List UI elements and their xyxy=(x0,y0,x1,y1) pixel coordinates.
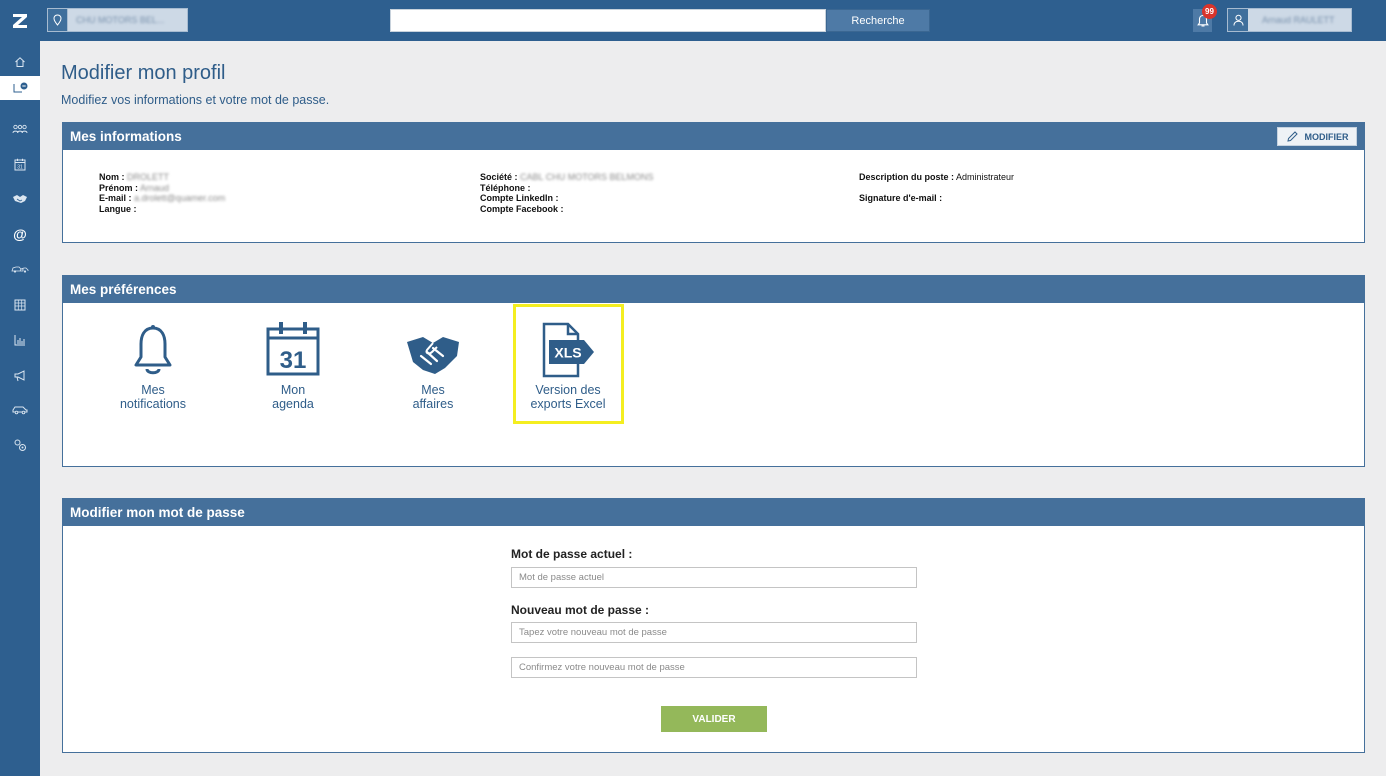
preferences-panel-header: Mes préférences xyxy=(63,276,1364,303)
app-logo[interactable] xyxy=(0,0,40,41)
info-row-email: E-mail : a.drolett@quamer.com xyxy=(99,193,226,203)
pref-notifications[interactable]: Mes notifications xyxy=(99,316,207,411)
info-row-prenom: Prénom : Arnaud xyxy=(99,182,170,193)
modify-button[interactable]: MODIFIER xyxy=(1277,127,1357,146)
info-column-3: Description du poste : Administrateur Si… xyxy=(859,172,1014,204)
sidebar-item-email[interactable]: @ xyxy=(0,222,40,246)
info-row-nom: Nom : DROLETT xyxy=(99,172,170,182)
megaphone-icon xyxy=(14,369,25,381)
info-column-2: Société : CABL CHU MOTORS BELMONS Téléph… xyxy=(480,172,654,214)
pencil-icon xyxy=(1286,131,1298,142)
new-password-input[interactable] xyxy=(511,622,917,643)
at-icon: @ xyxy=(13,226,27,242)
calendar-icon: 31 xyxy=(266,322,320,376)
notification-count-badge: 99 xyxy=(1202,4,1217,19)
preferences-panel: Mes préférences Mes notifications 31 Mon a… xyxy=(62,275,1365,467)
preferences-panel-title: Mes préférences xyxy=(70,282,177,297)
pref-notifications-line2: notifications xyxy=(119,397,186,411)
page-subtitle: Modifiez vos informations et votre mot d… xyxy=(61,93,330,107)
home-icon xyxy=(15,57,25,67)
sidebar-item-table[interactable] xyxy=(0,293,40,317)
sidebar: 31 @ xyxy=(0,41,40,776)
page-title: Modifier mon profil xyxy=(61,62,226,84)
sidebar-item-contacts[interactable] xyxy=(0,117,40,141)
info-row-societe: Société : CABL CHU MOTORS BELMONS xyxy=(480,172,654,182)
info-row-signature: Signature d'e-mail : xyxy=(859,193,943,203)
sidebar-item-vehicles[interactable] xyxy=(0,257,40,281)
sidebar-item-stats[interactable] xyxy=(0,328,40,352)
vehicles-icon xyxy=(11,266,29,273)
calendar-day-number: 31 xyxy=(280,347,307,374)
pref-affaires-line1: Mes xyxy=(421,383,445,397)
info-row-langue: Langue : xyxy=(99,203,137,214)
submit-button[interactable]: VALIDER xyxy=(661,706,767,732)
info-row-telephone: Téléphone : xyxy=(480,182,531,193)
handshake-icon xyxy=(407,337,459,374)
pref-affaires-line2: affaires xyxy=(412,397,454,411)
pref-agenda[interactable]: 31 Mon agenda xyxy=(239,316,347,411)
bell-icon xyxy=(134,325,172,375)
new-password-label: Nouveau mot de passe : xyxy=(511,603,650,617)
sidebar-item-campaigns[interactable] xyxy=(0,363,40,387)
xls-label: XLS xyxy=(554,345,581,361)
sidebar-item-calendar[interactable]: 31 xyxy=(0,152,40,176)
car-icon xyxy=(12,406,28,415)
sidebar-item-deals[interactable] xyxy=(0,187,40,211)
current-password-input[interactable] xyxy=(511,567,917,588)
search-input[interactable] xyxy=(390,9,826,32)
info-column-1: Nom : DROLETT Prénom : Arnaud E-mail : a… xyxy=(99,172,225,214)
info-row-linkedin: Compte LinkedIn : xyxy=(480,193,559,203)
calendar-icon: 31 xyxy=(14,158,26,170)
user-name: Arnaud RAULETT xyxy=(1262,15,1335,25)
top-bar: CHU MOTORS BEL... Recherche 99 Arnaud RA… xyxy=(0,0,1386,41)
user-menu[interactable]: Arnaud RAULETT xyxy=(1227,8,1352,32)
pref-affaires[interactable]: Mes affaires xyxy=(379,316,487,411)
pref-excel-export[interactable]: XLS Version des exports Excel xyxy=(514,316,622,411)
pref-notifications-line1: Mes xyxy=(141,383,165,397)
modify-button-label: MODIFIER xyxy=(1304,131,1349,142)
pref-agenda-line2: agenda xyxy=(272,397,314,411)
info-panel: Mes informations MODIFIER Nom : DROLETT … xyxy=(62,122,1365,243)
sidebar-item-settings[interactable] xyxy=(0,433,40,457)
confirm-password-input[interactable] xyxy=(511,657,917,678)
info-panel-header: Mes informations MODIFIER xyxy=(63,123,1364,150)
sidebar-item-home[interactable] xyxy=(0,50,40,74)
task-list-icon xyxy=(13,82,28,93)
user-icon xyxy=(1228,9,1248,31)
svg-text:31: 31 xyxy=(17,164,23,170)
xls-file-icon: XLS xyxy=(542,322,594,378)
settings-icon xyxy=(14,439,26,451)
info-panel-title: Mes informations xyxy=(70,129,182,144)
password-panel-header: Modifier mon mot de passe xyxy=(63,499,1364,526)
sidebar-item-cars[interactable] xyxy=(0,398,40,422)
location-pin-icon xyxy=(48,9,68,31)
password-panel-title: Modifier mon mot de passe xyxy=(70,505,245,520)
info-row-facebook: Compte Facebook : xyxy=(480,203,564,214)
pref-agenda-line1: Mon xyxy=(280,383,306,397)
stats-icon xyxy=(14,335,25,346)
pref-excel-line2: exports Excel xyxy=(530,397,606,411)
sidebar-item-tasks[interactable] xyxy=(0,76,40,100)
handshake-icon xyxy=(13,195,27,203)
pref-excel-line1: Version des xyxy=(535,383,601,397)
site-name: CHU MOTORS BEL... xyxy=(76,15,165,25)
site-selector[interactable]: CHU MOTORS BEL... xyxy=(47,8,188,32)
info-row-description: Description du poste : Administrateur xyxy=(859,172,1015,182)
search-button[interactable]: Recherche xyxy=(826,9,930,32)
table-icon xyxy=(14,299,26,311)
password-panel: Modifier mon mot de passe Mot de passe a… xyxy=(62,498,1365,753)
contacts-icon xyxy=(12,124,28,134)
current-password-label: Mot de passe actuel : xyxy=(511,547,633,561)
